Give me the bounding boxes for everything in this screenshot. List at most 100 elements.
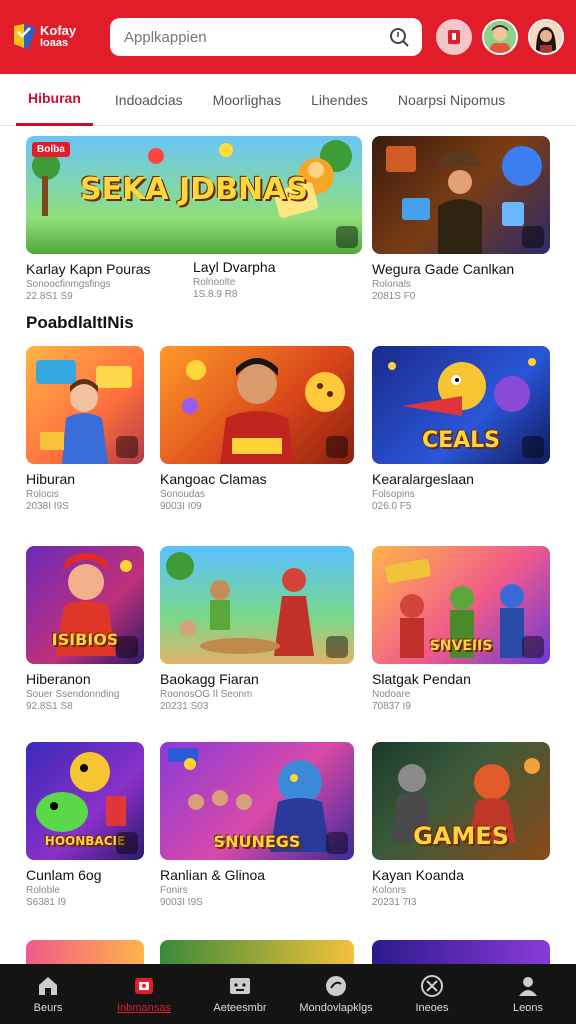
search-bar[interactable]	[110, 18, 422, 56]
logo-text-top: Kofay	[40, 23, 77, 38]
search-icon[interactable]	[388, 26, 410, 48]
card-title: Kearalargeslaan	[372, 471, 474, 487]
card-title: Slatgak Pendan	[372, 671, 471, 687]
game-thumbnail: SNUNEGS	[160, 742, 354, 860]
tab-moorlighas[interactable]: Moorlighas	[201, 74, 293, 126]
game-thumbnail: GAMES	[372, 742, 550, 860]
tab-noarpsi-nipomus[interactable]: Noarpsi Nipomus	[386, 74, 517, 126]
app-header: Kofay Ioaas	[0, 0, 576, 74]
card-meta: 026.0 F5	[372, 501, 412, 512]
tab-lihendes[interactable]: Lihendes	[299, 74, 380, 126]
category-tabs: Hiburan Indoadcias Moorlighas Lihendes N…	[0, 74, 576, 126]
nav-item-home[interactable]: Beurs	[3, 974, 93, 1014]
game-thumbnail	[26, 346, 144, 464]
search-input[interactable]	[124, 28, 388, 46]
profile-icon	[519, 977, 537, 996]
home-icon	[39, 977, 57, 995]
featured-card-1-image: Bolba SEKA JDBNAS	[26, 136, 362, 254]
featured-card-2[interactable]: Layl Dvarpha Rolnoolte 1S.8.9 R8	[193, 259, 353, 300]
card-meta: 2038I I9S	[26, 501, 69, 512]
share-icon[interactable]	[116, 832, 138, 854]
game-thumbnail-partial[interactable]	[26, 940, 144, 964]
bookmark-icon	[448, 30, 460, 44]
nav-item-games[interactable]: Inbmansas	[99, 974, 189, 1014]
game-card[interactable]: CEALS Kearalargeslaan Folsopins 026.0 F5	[372, 346, 550, 512]
card-subtitle: Roloble	[26, 885, 60, 896]
game-card[interactable]: SNUNEGS Ranlian & Glinoa Fonirs 9003I I9…	[160, 742, 354, 908]
card-title: Kangoac Clamas	[160, 471, 267, 487]
game-thumbnail-partial[interactable]	[160, 940, 354, 964]
share-icon[interactable]	[116, 636, 138, 658]
game-thumbnail-partial[interactable]	[372, 940, 550, 964]
nav-item-tv[interactable]: Aeteesmbr	[195, 974, 285, 1014]
featured-tag: Bolba	[32, 142, 70, 157]
card-subtitle: RoonosOG Il Seonm	[160, 689, 253, 700]
game-card[interactable]: HOONBACIE Cunlam 6og Roloble S6381 I9	[26, 742, 144, 908]
app-logo[interactable]: Kofay Ioaas	[12, 17, 100, 57]
card-subtitle: Folsopins	[372, 489, 415, 500]
game-thumbnail	[160, 346, 354, 464]
game-card[interactable]: GAMES Kayan Koanda Kolonrs 20231 7I3	[372, 742, 550, 908]
game-card[interactable]: Kangoac Clamas Sonoudas 9003I I09	[160, 346, 354, 512]
section-title: PoabdlaltINis	[26, 313, 134, 332]
share-icon[interactable]	[522, 636, 544, 658]
card-title: Layl Dvarpha	[193, 259, 276, 275]
nav-label: Beurs	[33, 1002, 63, 1014]
featured-art-text: SEKA JDBNAS	[80, 172, 308, 207]
card-title: Cunlam 6og	[26, 867, 102, 883]
share-icon[interactable]	[116, 436, 138, 458]
card-subtitle: Souer Ssendonnding	[26, 689, 120, 700]
logo-text-bottom: Ioaas	[40, 37, 69, 49]
nav-item-tools[interactable]: Ineoes	[387, 974, 477, 1014]
share-icon[interactable]	[522, 226, 544, 248]
game-card[interactable]: SNVEIIS Slatgak Pendan Nodoare 70837 I9	[372, 546, 550, 712]
card-title: Ranlian & Glinoa	[160, 867, 266, 883]
card-subtitle: Nodoare	[372, 689, 411, 700]
card-meta: 20231 S03	[160, 701, 209, 712]
game-art-text: GAMES	[413, 822, 509, 850]
card-meta: 2081S F0	[372, 291, 416, 302]
crossed-tools-icon	[421, 975, 443, 997]
nav-label: Inbmansas	[117, 1002, 171, 1014]
nav-label: Mondovlapklgs	[299, 1002, 373, 1014]
tab-hiburan[interactable]: Hiburan	[16, 74, 93, 126]
share-icon[interactable]	[336, 226, 358, 248]
card-meta: 92.8S1 S8	[26, 701, 73, 712]
card-title: Baokagg Fiaran	[160, 671, 259, 687]
card-title: Wegura Gade Canlkan	[372, 261, 515, 277]
card-subtitle: Rolonals	[372, 279, 411, 290]
game-card[interactable]: Baokagg Fiaran RoonosOG Il Seonm 20231 S…	[160, 546, 354, 712]
card-title: Kayan Koanda	[372, 867, 464, 883]
share-icon[interactable]	[326, 832, 348, 854]
share-icon[interactable]	[326, 636, 348, 658]
game-thumbnail: HOONBACIE	[26, 742, 144, 860]
share-icon[interactable]	[522, 436, 544, 458]
share-icon[interactable]	[326, 436, 348, 458]
game-art-text: SNUNEGS	[213, 832, 301, 851]
card-subtitle: Rolnoolte	[193, 277, 236, 288]
avatar-friend[interactable]	[482, 19, 518, 55]
nav-item-explore[interactable]: Mondovlapklgs	[291, 974, 381, 1014]
game-card[interactable]: Hiburan Rolocis 2038I I9S	[26, 346, 144, 512]
avatar-user[interactable]	[528, 19, 564, 55]
card-meta: 9003I I09	[160, 501, 202, 512]
tab-indoadcias[interactable]: Indoadcias	[103, 74, 195, 126]
card-meta: S6381 I9	[26, 897, 67, 908]
content-area: Bolba SEKA JDBNAS Karlay Kapn Pouras Son…	[0, 126, 576, 964]
compass-icon	[326, 976, 346, 996]
featured-card-3[interactable]: Wegura Gade Canlkan Rolonals 2081S F0	[372, 136, 550, 302]
games-icon	[135, 978, 153, 994]
notifications-button[interactable]	[436, 19, 472, 55]
nav-label: Ineoes	[415, 1002, 449, 1014]
card-title: Hiberanon	[26, 671, 91, 687]
card-subtitle: Fonirs	[160, 885, 188, 896]
game-thumbnail: ISIBIOS	[26, 546, 144, 664]
nav-item-profile[interactable]: Leons	[483, 974, 573, 1014]
card-subtitle: Sonoudas	[160, 489, 206, 500]
tv-icon	[230, 978, 250, 994]
card-subtitle: Kolonrs	[372, 885, 406, 896]
card-meta: 70837 I9	[372, 701, 411, 712]
card-meta: 1S.8.9 R8	[193, 289, 238, 300]
card-subtitle: Rolocis	[26, 489, 59, 500]
game-card[interactable]: ISIBIOS Hiberanon Souer Ssendonnding 92.…	[26, 546, 144, 712]
